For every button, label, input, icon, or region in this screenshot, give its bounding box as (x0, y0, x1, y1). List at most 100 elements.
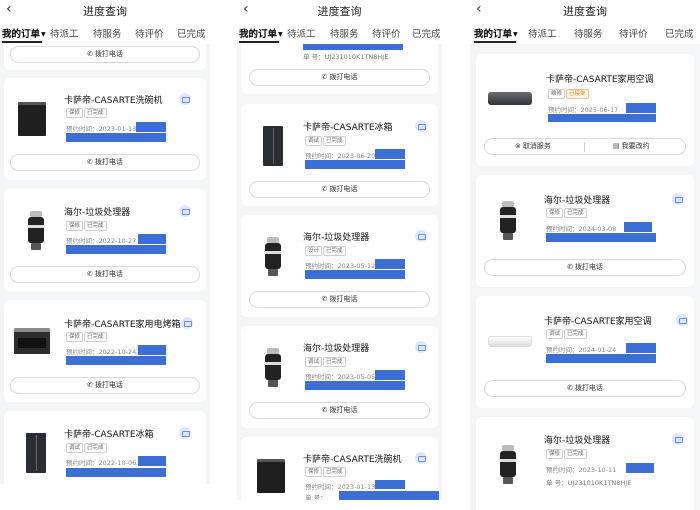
message-icon[interactable] (415, 120, 427, 132)
call-button-label: 拨打电话 (574, 384, 603, 392)
message-icon[interactable] (179, 205, 191, 217)
call-button[interactable]: ✆ 拨打电话 (249, 291, 430, 308)
order-number: 单 号：UJ231010K1TN8HJE (546, 479, 632, 487)
screen-2: ‹ 进度查询 我的订单▼ 待派工 待服务 待评价 已完成 单 号：UJ23101… (237, 0, 442, 500)
divider (584, 142, 585, 152)
tab-pending-service[interactable]: 待服务 (574, 26, 603, 40)
redaction-mark (546, 354, 656, 363)
message-icon[interactable] (179, 427, 191, 439)
order-card[interactable]: 海尔-垃圾处理器 设计 已完成 预约时间：2023-05-12 ✆ 拨打电话 (241, 215, 438, 317)
tab-pending-service[interactable]: 待服务 (330, 26, 359, 40)
tab-completed[interactable]: 已完成 (177, 26, 206, 40)
screen-1: 我的订单▼ 待派工 待服务 待评价 已完成 ‹ 进度查询 ✆ 拨打电话 卡萨帝-C… (0, 0, 210, 484)
appointment-time: 预约时间：2022-10-06 (66, 459, 137, 467)
order-card[interactable]: 卡萨帝-CASARTE家用电烤箱 保修 已完成 预约时间：2022-10-24 … (4, 300, 206, 402)
redaction-mark (546, 233, 656, 242)
message-icon[interactable] (415, 341, 427, 353)
call-button[interactable]: ✆ 拨打电话 (10, 266, 200, 283)
order-card[interactable]: 海尔-垃圾处理器 保修 已完成 预约时间：2024-03-08 ✆ 拨打电话 (476, 175, 694, 287)
cancel-service-button[interactable]: ⊗ 取消服务 (515, 139, 551, 154)
reschedule-label: 我要改约 (621, 142, 650, 150)
tab-label: 我的订单 (239, 29, 278, 40)
appointment-time: 预约时间：2025-06-17 (548, 106, 619, 114)
order-card-partial: ✆ 拨打电话 (4, 44, 206, 70)
tab-label: 我的订单 (474, 29, 513, 40)
phone-icon: ✆ (321, 295, 328, 303)
tab-pending-dispatch[interactable]: 待派工 (287, 26, 316, 40)
order-card[interactable]: 卡萨帝-CASARTE家用空调 维修 已接单 预约时间：2025-06-17 ⊗… (476, 54, 694, 166)
call-button-label: 拨打电话 (574, 263, 603, 271)
appointment-time: 预约时间：2023-05-05 (305, 373, 376, 381)
disposer-image (263, 237, 283, 277)
page-title: 进度查询 (317, 5, 362, 18)
appointment-time: 预约时间：2023-01-13 (66, 125, 137, 133)
order-card[interactable]: 卡萨帝-CASARTE冰箱 调试 已完成 预约时间：2023-06-20 ✆ 拨打… (241, 104, 438, 206)
order-card[interactable]: 海尔-垃圾处理器 保修 已完成 预约时间：2022-10-27 ✆ 拨打电话 (4, 189, 206, 291)
order-number: 单 号：UJ231010K1TN8HJE (303, 53, 389, 61)
call-button[interactable]: ✆ 拨打电话 (249, 402, 430, 419)
appointment-time: 预约时间：2022-10-27 (66, 237, 137, 245)
redaction-mark (66, 245, 166, 254)
reschedule-button[interactable]: ▤ 我要改约 (613, 139, 650, 154)
tab-completed[interactable]: 已完成 (665, 26, 694, 40)
message-icon[interactable] (676, 314, 688, 326)
message-icon[interactable] (415, 230, 427, 242)
phone-icon: ✆ (87, 270, 93, 278)
order-card[interactable]: 海尔-垃圾处理器 调试 已完成 预约时间：2023-05-05 ✆ 拨打电话 (241, 326, 438, 428)
tab-completed[interactable]: 已完成 (412, 26, 441, 40)
call-button[interactable]: ✆ 拨打电话 (249, 181, 430, 198)
tab-my-orders[interactable]: 我的订单▼ (239, 26, 283, 40)
order-tabs: 我的订单▼ 待派工 待服务 待评价 已完成 (0, 22, 210, 44)
appointment-time: 预约时间：2023-06-20 (305, 152, 376, 160)
call-button-label: 拨打电话 (329, 406, 358, 414)
call-button[interactable]: ✆ 拨打电话 (10, 154, 200, 171)
redaction-mark (66, 468, 166, 477)
fridge-image (26, 433, 46, 473)
status-tag: 已完成 (84, 443, 107, 453)
redaction-mark (375, 370, 405, 380)
order-card[interactable]: 卡萨帝-CASARTE冰箱 调试 已完成 预约时间：2022-10-06 (4, 411, 206, 484)
service-type-tag: 保修 (66, 221, 84, 231)
service-type-tag: 保修 (546, 449, 564, 459)
message-icon[interactable] (415, 452, 427, 464)
phone-icon: ✆ (321, 185, 328, 193)
call-button[interactable]: ✆ 拨打电话 (484, 259, 686, 276)
status-tag: 已完成 (323, 246, 346, 256)
tab-my-orders[interactable]: 我的订单▼ (2, 26, 46, 40)
tab-pending-review[interactable]: 待评价 (619, 26, 648, 40)
order-card[interactable]: 卡萨帝-CASARTE家用空调 调试 已完成 预约时间：2024-01-24 ✆… (476, 296, 694, 408)
call-button[interactable]: ✆ 拨打电话 (10, 377, 200, 394)
status-tag: 已完成 (84, 332, 107, 342)
message-icon[interactable] (672, 433, 684, 445)
tab-label: 我的订单 (2, 29, 41, 40)
status-tag: 已完成 (84, 221, 107, 231)
call-button[interactable]: ✆ 拨打电话 (484, 380, 686, 397)
call-button[interactable]: ✆ 拨打电话 (249, 69, 430, 86)
air-conditioner-image (488, 336, 532, 347)
call-button[interactable]: ✆ 拨打电话 (10, 46, 200, 63)
tab-pending-service[interactable]: 待服务 (93, 26, 122, 40)
service-type-tag: 保修 (305, 467, 323, 477)
service-type-tag: 调试 (66, 443, 84, 453)
message-icon[interactable] (179, 93, 191, 105)
order-card[interactable]: 卡萨帝-CASARTE洗碗机 保修 已完成 预约时间：2023-01-13 单 … (241, 437, 439, 500)
nav-bar: ‹ 进度查询 (237, 0, 442, 22)
call-button-label: 拨打电话 (329, 295, 358, 303)
message-icon[interactable] (181, 317, 193, 329)
product-name: 海尔-垃圾处理器 (544, 436, 611, 446)
status-tag: 已完成 (564, 208, 587, 218)
tab-pending-review[interactable]: 待评价 (135, 26, 164, 40)
order-card[interactable]: 海尔-垃圾处理器 保修 已完成 预约时间：2023-10-11 单 号：UJ23… (476, 417, 694, 510)
redaction-mark (548, 114, 656, 122)
appointment-time: 预约时间：2022-10-24 (66, 348, 137, 356)
redaction-mark (305, 160, 405, 169)
tab-my-orders[interactable]: 我的订单▼ (474, 26, 518, 40)
product-name: 海尔-垃圾处理器 (303, 233, 370, 243)
caret-down-icon: ▼ (513, 31, 518, 38)
tab-pending-dispatch[interactable]: 待派工 (528, 26, 557, 40)
order-card[interactable]: 卡萨帝-CASARTE洗碗机 保修 已完成 预约时间：2023-01-13 ✆ 拨… (4, 78, 206, 180)
nav-bar: ‹ 进度查询 (470, 0, 700, 22)
message-icon[interactable] (672, 193, 684, 205)
tab-pending-review[interactable]: 待评价 (372, 26, 401, 40)
tab-pending-dispatch[interactable]: 待派工 (50, 26, 79, 40)
